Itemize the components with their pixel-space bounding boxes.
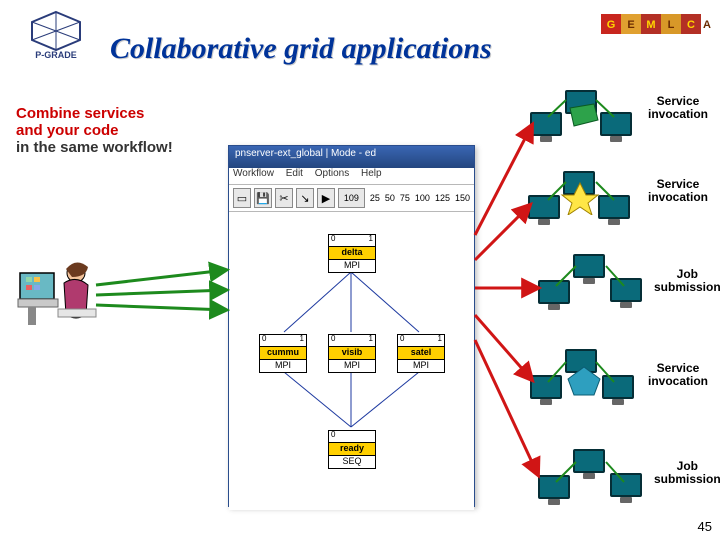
menubar[interactable]: Workflow Edit Options Help	[229, 168, 474, 185]
page-title: Collaborative grid applications	[110, 32, 492, 66]
node-ready[interactable]: 0readySEQ	[328, 430, 376, 469]
menu-help[interactable]: Help	[361, 168, 382, 179]
node-visib[interactable]: 01visibMPI	[328, 334, 376, 373]
pgrade-logo: P-GRADE	[10, 8, 102, 65]
svg-text:E: E	[627, 19, 634, 31]
menu-options[interactable]: Options	[315, 168, 349, 179]
svg-text:P-GRADE: P-GRADE	[35, 50, 77, 60]
tool-zoom-field[interactable]: 109	[338, 188, 365, 208]
svg-text:L: L	[668, 19, 675, 31]
workflow-window: pnserver-ext_global | Mode - ed Workflow…	[228, 145, 475, 507]
label-service-2: Serviceinvocation	[648, 178, 708, 204]
tool-play-icon[interactable]: ▶	[317, 188, 335, 208]
puzzle-logo: G E M L C A	[599, 6, 714, 47]
workflow-canvas[interactable]: 01deltaMPI 01cummuMPI 01visibMPI 01satel…	[229, 212, 474, 510]
label-service-1: Serviceinvocation	[648, 95, 708, 121]
node-cummu[interactable]: 01cummuMPI	[259, 334, 307, 373]
page-number: 45	[698, 519, 712, 534]
svg-text:A: A	[703, 19, 711, 31]
tool-cut-icon[interactable]: ✂	[275, 188, 293, 208]
tool-save-icon[interactable]: 💾	[254, 188, 272, 208]
label-job-2: Jobsubmission	[654, 460, 720, 486]
cluster-5	[538, 445, 643, 510]
cluster-3	[538, 250, 643, 315]
subtitle: Combine services and your code in the sa…	[16, 105, 173, 156]
cluster-2	[528, 165, 633, 230]
menu-edit[interactable]: Edit	[286, 168, 303, 179]
label-job-1: Jobsubmission	[654, 268, 720, 294]
label-service-3: Serviceinvocation	[648, 362, 708, 388]
svg-text:M: M	[646, 19, 655, 31]
toolbar: ▭ 💾 ✂ ↘ ▶ 109 25 50 75 100 125 150	[229, 185, 474, 212]
cluster-1	[530, 82, 635, 147]
node-satel[interactable]: 01satelMPI	[397, 334, 445, 373]
svg-text:C: C	[687, 19, 695, 31]
cluster-4	[530, 345, 635, 410]
tool-new-icon[interactable]: ▭	[233, 188, 251, 208]
node-delta[interactable]: 01deltaMPI	[328, 234, 376, 273]
user-icon	[16, 255, 96, 345]
tool-link-icon[interactable]: ↘	[296, 188, 314, 208]
svg-text:G: G	[607, 19, 616, 31]
menu-workflow[interactable]: Workflow	[233, 168, 274, 179]
window-titlebar: pnserver-ext_global | Mode - ed	[229, 146, 474, 168]
